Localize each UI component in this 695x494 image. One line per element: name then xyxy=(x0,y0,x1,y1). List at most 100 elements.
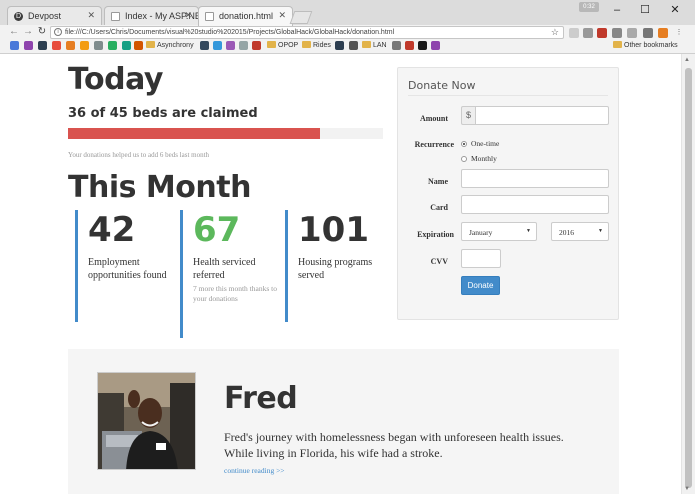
page-icon xyxy=(205,12,214,21)
bookmark-icon[interactable] xyxy=(24,41,33,50)
stat-label: Housing programs served xyxy=(298,257,373,281)
folder-icon xyxy=(362,41,371,48)
progress-fill xyxy=(68,128,320,139)
page-icon xyxy=(111,12,120,21)
amount-input[interactable] xyxy=(475,106,609,125)
maximize-button[interactable]: ☐ xyxy=(636,3,654,17)
bookmark-icon[interactable] xyxy=(252,41,261,50)
extension-icon[interactable] xyxy=(643,28,653,38)
continue-reading-link[interactable]: continue reading >> xyxy=(224,466,285,475)
scroll-up-icon[interactable]: ▲ xyxy=(684,57,690,63)
info-icon[interactable]: i xyxy=(54,28,62,36)
bookmark-folder[interactable]: OPOP xyxy=(267,41,298,49)
tab-donation[interactable]: donation.html ✕ xyxy=(198,6,293,26)
month-heading: This Month xyxy=(68,170,251,205)
other-bookmarks[interactable]: Other bookmarks xyxy=(613,41,678,49)
bookmark-icon[interactable] xyxy=(335,41,344,50)
bookmark-icon[interactable] xyxy=(200,41,209,50)
bookmark-icon[interactable] xyxy=(418,41,427,50)
extension-icon[interactable] xyxy=(612,28,622,38)
stat-label: Employment opportunities found xyxy=(88,257,167,281)
back-icon[interactable]: ← xyxy=(8,26,20,37)
reload-icon[interactable]: ↻ xyxy=(36,26,48,37)
scroll-down-icon[interactable]: ▼ xyxy=(684,486,690,492)
expiration-month-select[interactable]: January ▼ xyxy=(461,222,537,241)
shield-icon[interactable] xyxy=(597,28,607,38)
bookmark-icon[interactable] xyxy=(38,41,47,50)
chevron-down-icon: ▼ xyxy=(598,229,603,234)
folder-icon xyxy=(267,41,276,48)
tab-index[interactable]: Index - My ASP.NE ✕ xyxy=(104,6,199,25)
url-text: file:///C:/Users/Chris/Documents/visual%… xyxy=(65,29,395,36)
close-icon[interactable]: ✕ xyxy=(278,10,286,21)
vertical-scrollbar[interactable]: ▲ ▼ xyxy=(681,54,695,494)
bookmark-icon[interactable] xyxy=(108,41,117,50)
today-heading: Today xyxy=(68,62,163,97)
bookmark-icon[interactable] xyxy=(94,41,103,50)
minimize-button[interactable]: – xyxy=(608,3,626,17)
bookmark-icon[interactable] xyxy=(226,41,235,50)
expiration-year-select[interactable]: 2016 ▼ xyxy=(551,222,609,241)
bookmark-icon[interactable] xyxy=(52,41,61,50)
address-bar[interactable]: i file:///C:/Users/Chris/Documents/visua… xyxy=(50,26,564,39)
bookmark-icon[interactable] xyxy=(122,41,131,50)
radio-button[interactable] xyxy=(461,156,467,162)
stat-health: 67 Health serviced referred 7 more this … xyxy=(180,210,280,338)
bookmarks-bar: Asynchrony OPOP Rides LAN Other bookmark… xyxy=(0,39,695,53)
new-tab-button[interactable] xyxy=(289,11,313,24)
close-icon[interactable]: ✕ xyxy=(87,10,95,21)
beds-claimed-text: 36 of 45 beds are claimed xyxy=(68,106,258,121)
window-close-button[interactable]: ✕ xyxy=(666,3,684,17)
cvv-input[interactable] xyxy=(461,249,501,268)
bookmark-folder[interactable]: Rides xyxy=(302,41,331,49)
chevron-down-icon: ▼ xyxy=(526,229,531,234)
folder-icon xyxy=(146,41,155,48)
office-icon[interactable] xyxy=(658,28,668,38)
scroll-thumb[interactable] xyxy=(685,68,692,488)
radio-monthly[interactable]: Monthly xyxy=(461,154,497,163)
stat-value: 42 xyxy=(88,210,136,250)
bookmark-icon[interactable] xyxy=(80,41,89,50)
stat-sub-text: 7 more this month thanks to your donatio… xyxy=(193,284,277,303)
donate-button[interactable]: Donate xyxy=(461,276,500,295)
bookmark-icon[interactable] xyxy=(213,41,222,50)
name-label: Name xyxy=(428,177,448,186)
bookmark-icon[interactable] xyxy=(66,41,75,50)
donate-title: Donate Now xyxy=(408,79,476,92)
close-icon[interactable]: ✕ xyxy=(184,10,192,21)
recurrence-label: Recurrence xyxy=(414,140,454,149)
currency-addon: $ xyxy=(461,106,475,125)
stat-value: 67 xyxy=(193,210,241,250)
bookmark-icon[interactable] xyxy=(239,41,248,50)
apps-icon[interactable] xyxy=(10,41,19,50)
card-label: Card xyxy=(430,203,448,212)
bookmark-icon[interactable] xyxy=(405,41,414,50)
extension-icon[interactable] xyxy=(627,28,637,38)
bookmark-icon[interactable] xyxy=(134,41,143,50)
radio-button[interactable] xyxy=(461,141,467,147)
expiration-label: Expiration xyxy=(417,230,454,239)
bookmark-folder[interactable]: Asynchrony xyxy=(146,41,194,49)
extension-icon[interactable] xyxy=(583,28,593,38)
tab-label: Devpost xyxy=(28,11,62,21)
bookmark-folder[interactable]: LAN xyxy=(362,41,387,49)
radio-one-time[interactable]: One-time xyxy=(461,139,499,148)
menu-icon[interactable]: ⋮ xyxy=(674,28,684,38)
donations-helped-text: Your donations helped us to add 6 beds l… xyxy=(68,151,210,159)
extension-icon[interactable] xyxy=(569,28,579,38)
bookmark-icon[interactable] xyxy=(392,41,401,50)
card-input[interactable] xyxy=(461,195,609,214)
bookmark-star-icon[interactable]: ☆ xyxy=(551,27,559,38)
tab-label: donation.html xyxy=(219,11,274,21)
stat-housing: 101 Housing programs served xyxy=(285,210,385,322)
bookmark-icon[interactable] xyxy=(431,41,440,50)
stat-label: Health serviced referred xyxy=(193,257,256,281)
bookmark-icon[interactable] xyxy=(349,41,358,50)
profile-badge[interactable]: 0:32 xyxy=(579,2,599,12)
tab-devpost[interactable]: D Devpost ✕ xyxy=(7,6,102,25)
forward-icon[interactable]: → xyxy=(22,26,34,37)
name-input[interactable] xyxy=(461,169,609,188)
browser-chrome: D Devpost ✕ Index - My ASP.NE ✕ donation… xyxy=(0,0,695,54)
amount-label: Amount xyxy=(419,114,448,123)
folder-icon xyxy=(302,41,311,48)
